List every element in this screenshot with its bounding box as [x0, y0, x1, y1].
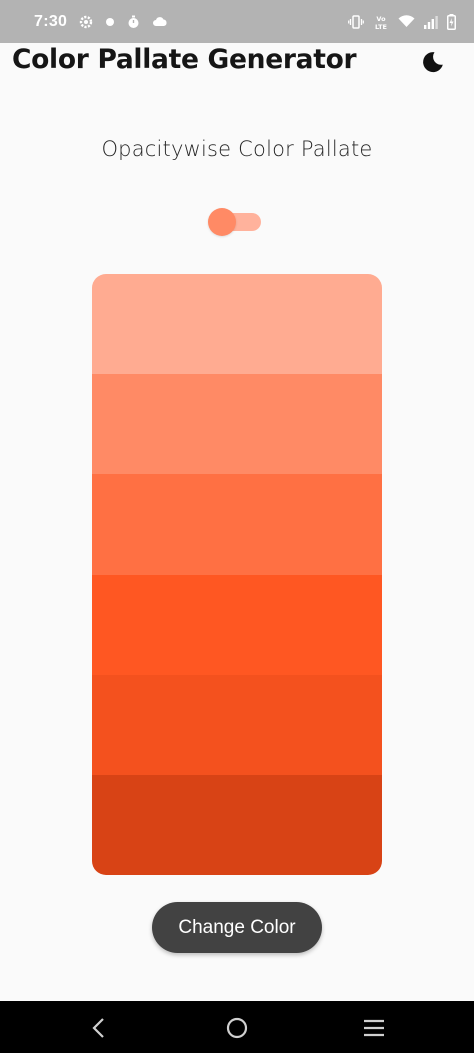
volte-icon: Vo LTE	[373, 14, 389, 30]
color-swatch	[92, 474, 382, 575]
app-bar: Color Pallate Generator	[0, 43, 474, 81]
switch-thumb	[208, 208, 236, 236]
volte-bottom-label: LTE	[375, 23, 387, 30]
wifi-icon	[398, 15, 415, 28]
timer-icon	[127, 15, 140, 29]
theme-toggle-button[interactable]	[418, 47, 448, 77]
palette-mode-label: Opacitywise Color Pallate	[101, 137, 373, 161]
moon-icon	[423, 52, 443, 73]
volte-top-label: Vo	[376, 15, 386, 23]
back-button[interactable]	[86, 1015, 112, 1041]
home-button[interactable]	[224, 1015, 250, 1041]
battery-charging-icon	[447, 13, 456, 30]
recents-icon	[364, 1019, 384, 1037]
system-nav-bar	[0, 1001, 474, 1053]
record-dot-icon	[105, 17, 115, 27]
home-icon	[226, 1017, 248, 1039]
settings-gear-icon	[79, 15, 93, 29]
status-left: 7:30	[34, 13, 168, 31]
status-right: Vo LTE	[348, 13, 456, 30]
color-palette	[92, 274, 382, 875]
status-bar: 7:30 Vo LTE	[0, 0, 474, 43]
color-swatch	[92, 674, 382, 775]
color-swatch	[92, 274, 382, 375]
status-time: 7:30	[34, 12, 68, 30]
palette-mode-switch[interactable]	[207, 207, 263, 237]
color-swatch	[92, 574, 382, 675]
recents-button[interactable]	[361, 1015, 387, 1041]
change-color-button[interactable]: Change Color	[152, 902, 322, 953]
cloud-icon	[152, 16, 168, 27]
page-title: Color Pallate Generator	[12, 44, 357, 75]
color-swatch	[92, 774, 382, 875]
back-icon	[92, 1018, 104, 1038]
signal-icon	[424, 15, 438, 29]
color-swatch	[92, 374, 382, 475]
vibrate-icon	[348, 14, 364, 29]
